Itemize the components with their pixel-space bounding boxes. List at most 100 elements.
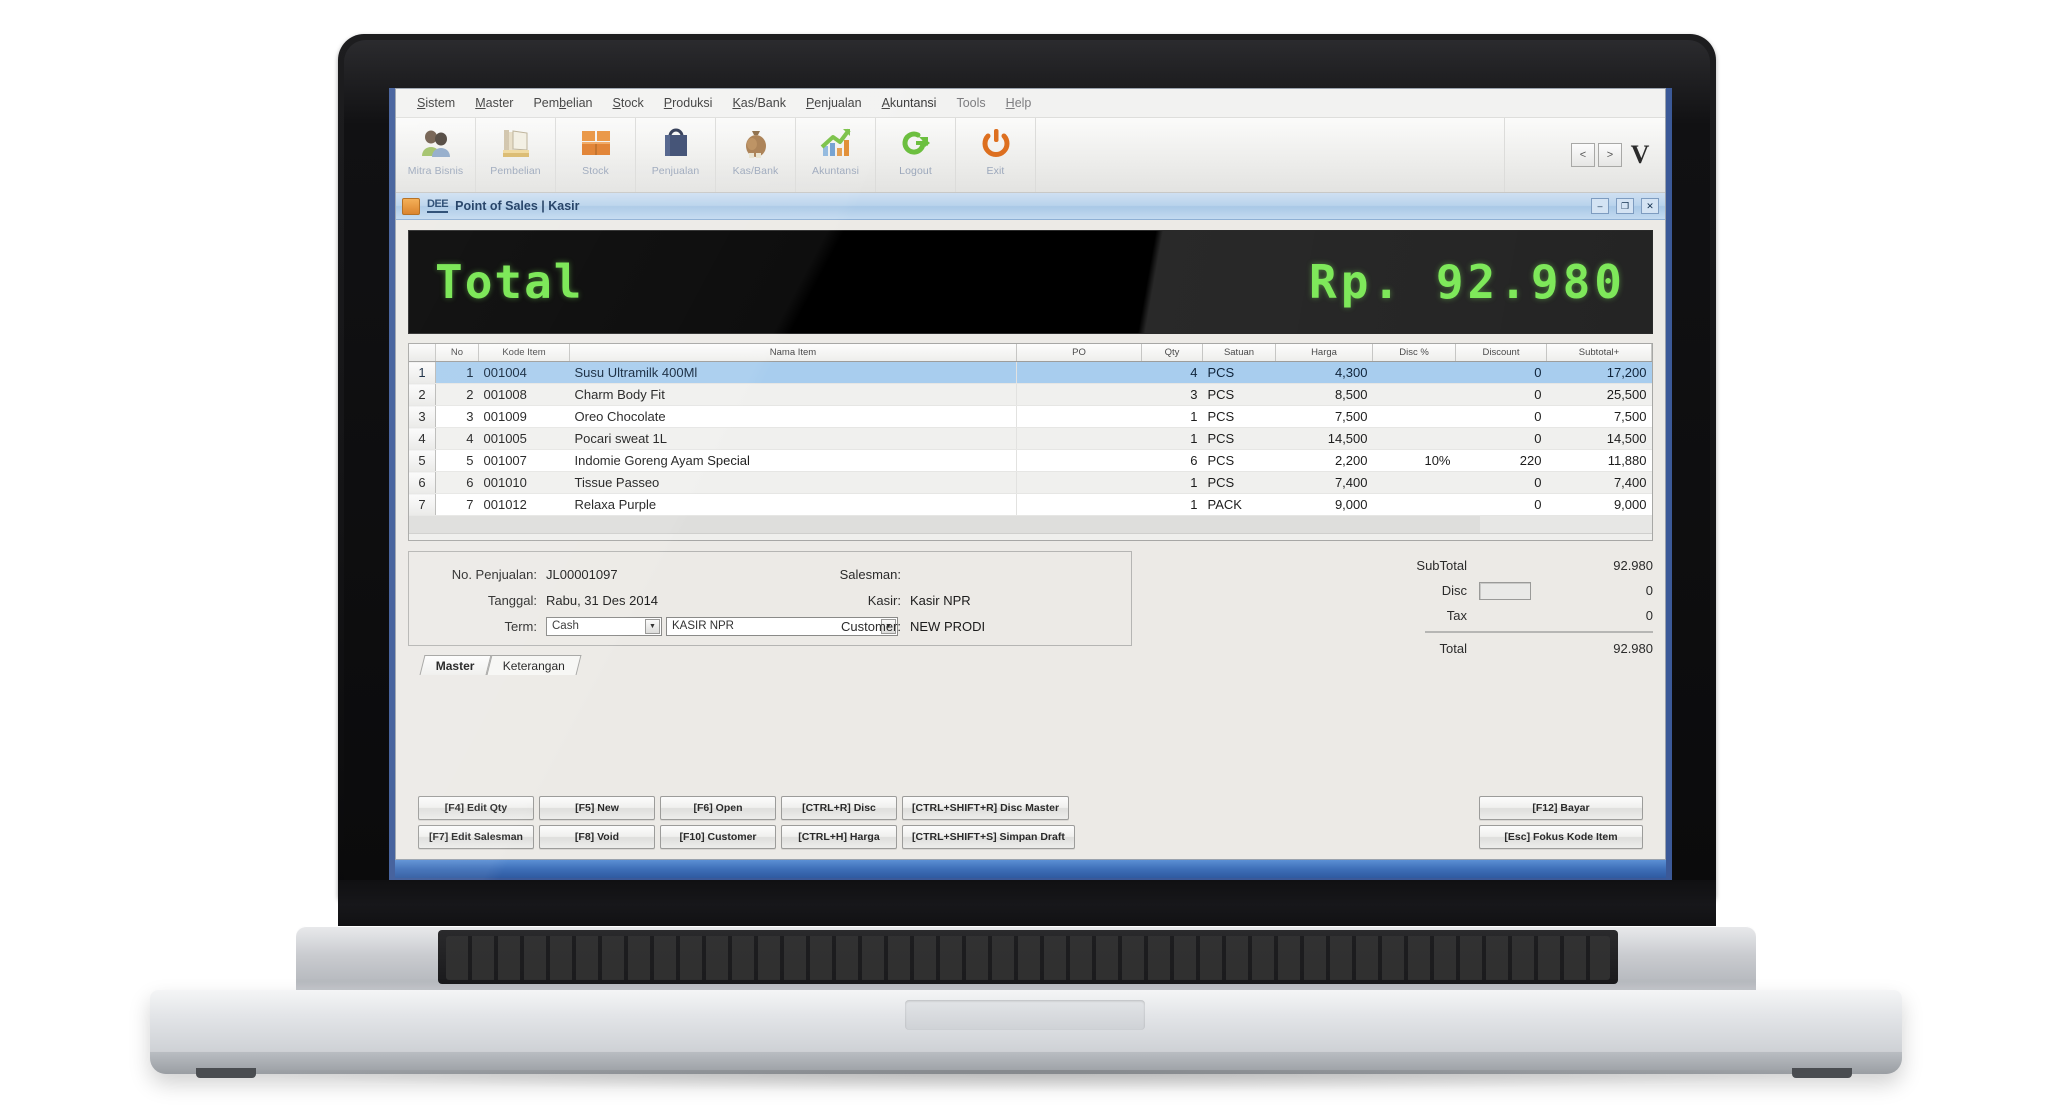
tab-master[interactable]: Master — [419, 655, 492, 675]
total-label: Total — [1439, 641, 1467, 656]
menu-item-kas-bank[interactable]: Kas/Bank — [722, 93, 796, 113]
function-button-ctrl-shift-r-disc-master[interactable]: [CTRL+SHIFT+R] Disc Master — [902, 796, 1070, 820]
function-button-f10-customer[interactable]: [F10] Customer — [660, 825, 776, 849]
item-table: No Kode Item Nama Item PO Qty Satuan Har… — [409, 344, 1652, 516]
col-header-kode[interactable]: Kode Item — [478, 344, 570, 362]
col-header-subtotal[interactable]: Subtotal+ — [1546, 344, 1652, 362]
menu-item-akuntansi[interactable]: Akuntansi — [872, 93, 947, 113]
cell-no: 3 — [435, 405, 479, 428]
kasir-label: Kasir: — [867, 592, 901, 608]
function-buttons-left: [F4] Edit Qty [F5] New [F6] Open [CTRL+R] D… — [418, 796, 1075, 849]
application-window: Sistem Master Pembelian Stock Produksi Kas/Ba… — [389, 88, 1672, 899]
nav-next-label: > — [1606, 149, 1614, 161]
table-row[interactable]: 1 1 001004 Susu Ultramilk 400Ml 4 PCS 4,300 0 17… — [409, 361, 1652, 384]
row-subtotal: SubTotal 92.980 — [1349, 553, 1653, 578]
cell-kode-item: 001007 — [478, 449, 570, 472]
function-button-esc-fokus-kode-item[interactable]: [Esc] Fokus Kode Item — [1479, 825, 1643, 849]
table-row[interactable]: 7 7 001012 Relaxa Purple 1 PACK 9,000 0 9,000 — [409, 493, 1652, 516]
toolbar-button-exit[interactable]: Exit — [956, 118, 1036, 192]
term-dropdown[interactable]: Cash ▼ — [546, 616, 662, 636]
menu-item-master[interactable]: Master — [465, 93, 523, 113]
function-row-1: [F4] Edit Qty [F5] New [F6] Open [CTRL+R] D… — [418, 796, 1075, 820]
menu-item-pembelian[interactable]: Pembelian — [523, 93, 602, 113]
close-button[interactable]: ✕ — [1641, 198, 1659, 214]
cell-satuan: PCS — [1202, 383, 1276, 406]
sales-item-grid[interactable]: No Kode Item Nama Item PO Qty Satuan Har… — [408, 343, 1653, 541]
col-header-discount[interactable]: Discount — [1455, 344, 1547, 362]
cell-nama-item: Tissue Passeo — [569, 471, 1017, 494]
cell-discount: 0 — [1455, 361, 1547, 384]
col-header-harga[interactable]: Harga — [1275, 344, 1373, 362]
col-header-disc-pct[interactable]: Disc % — [1372, 344, 1456, 362]
col-header-qty[interactable]: Qty — [1141, 344, 1203, 362]
laptop-shadow — [230, 1070, 1830, 1092]
row-tax: Tax 0 — [1349, 603, 1653, 628]
table-row[interactable]: 6 6 001010 Tissue Passeo 1 PCS 7,400 0 7,400 — [409, 471, 1652, 494]
menu-item-penjualan[interactable]: Penjualan — [796, 93, 872, 113]
col-header-satuan[interactable]: Satuan — [1202, 344, 1276, 362]
cell-harga: 7,500 — [1275, 405, 1373, 428]
totals-divider — [1425, 631, 1653, 633]
function-button-f5-new[interactable]: [F5] New — [539, 796, 655, 820]
col-header-no[interactable]: No — [435, 344, 479, 362]
cell-harga: 2,200 — [1275, 449, 1373, 472]
cell-qty: 4 — [1141, 361, 1203, 384]
minimize-button[interactable]: – — [1591, 198, 1609, 214]
toolbar-button-pembelian[interactable]: Pembelian — [476, 118, 556, 192]
toolbar-button-kas-bank[interactable]: Kas/Bank — [716, 118, 796, 192]
toolbar-button-logout[interactable]: Logout — [876, 118, 956, 192]
disc-input[interactable] — [1479, 581, 1531, 600]
grid-horizontal-scrollbar[interactable] — [409, 533, 1652, 540]
application-chrome: Sistem Master Pembelian Stock Produksi Kas/Ba… — [395, 88, 1666, 860]
cell-qty: 1 — [1141, 427, 1203, 450]
toolbar-button-penjualan[interactable]: Penjualan — [636, 118, 716, 192]
col-header-nama[interactable]: Nama Item — [569, 344, 1017, 362]
function-button-f4-edit-qty[interactable]: [F4] Edit Qty — [418, 796, 534, 820]
menu-item-tools[interactable]: Tools — [946, 93, 995, 113]
cell-nama-item: Oreo Chocolate — [569, 405, 1017, 428]
table-row[interactable]: 2 2 001008 Charm Body Fit 3 PCS 8,500 0 25,500 — [409, 383, 1652, 406]
toolbar-button-mitra-bisnis[interactable]: Mitra Bisnis — [396, 118, 476, 192]
cell-discount: 0 — [1455, 471, 1547, 494]
chevron-down-icon[interactable]: ▼ — [645, 618, 660, 634]
mdi-title-bar[interactable]: DEE Point of Sales | Kasir – ❐ ✕ — [396, 193, 1665, 220]
kasir-value: Kasir NPR — [910, 592, 971, 608]
cell-po — [1016, 427, 1142, 450]
power-icon — [979, 122, 1013, 164]
function-button-f12-bayar[interactable]: [F12] Bayar — [1479, 796, 1643, 820]
toolbar-button-akuntansi[interactable]: Akuntansi — [796, 118, 876, 192]
function-button-ctrl-r-disc[interactable]: [CTRL+R] Disc — [781, 796, 897, 820]
nav-next-button[interactable]: > — [1598, 143, 1622, 167]
cell-disc-pct: 10% — [1372, 449, 1456, 472]
table-row[interactable]: 3 3 001009 Oreo Chocolate 1 PCS 7,500 0 7,500 — [409, 405, 1652, 428]
logout-arrow-icon — [899, 122, 933, 164]
nav-prev-button[interactable]: < — [1571, 143, 1595, 167]
function-button-ctrl-shift-s-simpan-draft[interactable]: [CTRL+SHIFT+S] Simpan Draft — [902, 825, 1075, 849]
no-penjualan-label: No. Penjualan: — [451, 566, 537, 582]
function-button-f6-open[interactable]: [F6] Open — [660, 796, 776, 820]
tab-keterangan[interactable]: Keterangan — [486, 655, 582, 675]
table-row[interactable]: 5 5 001007 Indomie Goreng Ayam Special 6 PCS 2… — [409, 449, 1652, 472]
function-button-f7-edit-salesman[interactable]: [F7] Edit Salesman — [418, 825, 534, 849]
cell-po — [1016, 383, 1142, 406]
menu-item-stock[interactable]: Stock — [603, 93, 654, 113]
toolbar-button-label: Exit — [986, 165, 1005, 177]
menu-bar: Sistem Master Pembelian Stock Produksi Kas/Ba… — [396, 89, 1665, 118]
menu-item-sistem[interactable]: Sistem — [407, 93, 465, 113]
table-row[interactable]: 4 4 001005 Pocari sweat 1L 1 PCS 14,500 0 14,500 — [409, 427, 1652, 450]
subtotal-label: SubTotal — [1416, 558, 1467, 573]
cell-no: 1 — [435, 361, 479, 384]
menu-item-produksi[interactable]: Produksi — [654, 93, 723, 113]
cell-nama-item: Indomie Goreng Ayam Special — [569, 449, 1017, 472]
restore-button[interactable]: ❐ — [1616, 198, 1634, 214]
function-button-f8-void[interactable]: [F8] Void — [539, 825, 655, 849]
function-button-ctrl-h-harga[interactable]: [CTRL+H] Harga — [781, 825, 897, 849]
customer-value: NEW PRODI — [910, 618, 986, 634]
menu-item-help[interactable]: Help — [996, 93, 1042, 113]
col-header-po[interactable]: PO — [1016, 344, 1142, 362]
table-body: 1 1 001004 Susu Ultramilk 400Ml 4 PCS 4,300 0 17… — [409, 361, 1652, 516]
cell-disc-pct — [1372, 383, 1456, 406]
field-customer: Customer: NEW PRODI — [805, 613, 1125, 639]
cell-po — [1016, 493, 1142, 516]
toolbar-button-stock[interactable]: Stock — [556, 118, 636, 192]
